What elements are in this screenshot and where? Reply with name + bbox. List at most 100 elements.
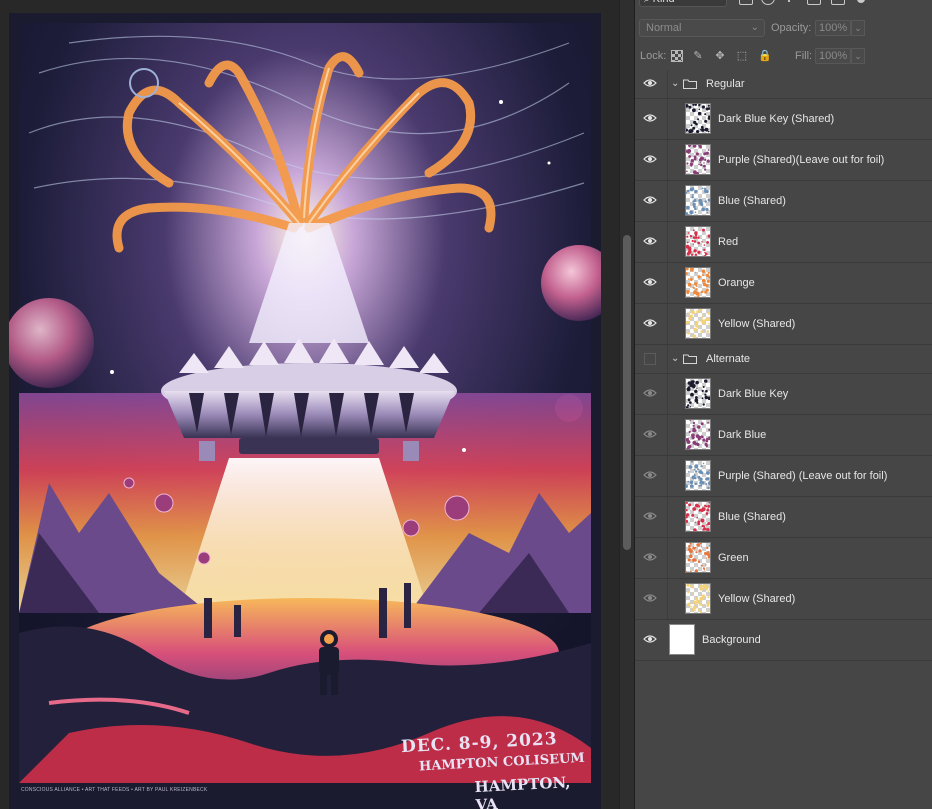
chevron-down-icon: ⌄ xyxy=(854,51,862,61)
blend-mode-select[interactable]: Normal ⌄ xyxy=(639,19,765,37)
chevron-down-icon: ⌄ xyxy=(854,23,862,33)
lock-image-pixels-icon[interactable]: ✎ xyxy=(692,50,704,62)
eye-icon[interactable] xyxy=(643,470,657,482)
lock-transparent-pixels-icon[interactable] xyxy=(671,50,683,62)
layer-name: Green xyxy=(718,552,749,564)
pixel-filter-icon[interactable] xyxy=(739,0,753,5)
smart-object-filter-icon[interactable] xyxy=(831,0,845,5)
divider xyxy=(667,181,668,221)
layer-group-row[interactable]: ⌄ Alternate xyxy=(635,345,932,374)
layer-row[interactable]: Yellow (Shared) xyxy=(635,304,932,345)
eye-icon[interactable] xyxy=(643,78,657,90)
eye-icon[interactable] xyxy=(643,593,657,605)
layer-list: ⌄ Regular Dark Blue Key (Shared) Purple (Sh… xyxy=(635,70,932,661)
layer-row[interactable]: Green xyxy=(635,538,932,579)
eye-icon[interactable] xyxy=(643,318,657,330)
lock-all-icon[interactable]: 🔒 xyxy=(758,50,772,62)
blend-row: Normal ⌄ Opacity: 100% ⌄ xyxy=(635,17,932,41)
poster-credit-text: CONSCIOUS ALLIANCE • ART THAT FEEDS • AR… xyxy=(21,787,208,793)
folder-icon xyxy=(683,79,697,89)
layer-row[interactable]: Yellow (Shared) xyxy=(635,579,932,620)
layer-thumbnail xyxy=(669,624,695,655)
divider xyxy=(667,345,668,373)
layer-name: Orange xyxy=(718,277,755,289)
layer-filter-row: ⌕ Kind T xyxy=(635,0,932,15)
layer-name: Blue (Shared) xyxy=(718,195,786,207)
divider xyxy=(667,140,668,180)
chevron-down-icon: ⌄ xyxy=(750,22,759,33)
background-layer-row[interactable]: Background xyxy=(635,620,932,661)
lock-position-icon[interactable]: ✥ xyxy=(714,50,726,62)
layer-thumbnail xyxy=(685,378,711,409)
vertical-scrollbar[interactable] xyxy=(619,0,634,809)
layer-row[interactable]: Blue (Shared) xyxy=(635,181,932,222)
fill-field[interactable]: 100% xyxy=(815,48,851,64)
shape-filter-icon[interactable] xyxy=(807,0,821,5)
layer-row[interactable]: Dark Blue Key xyxy=(635,374,932,415)
layer-row[interactable]: Purple (Shared) (Leave out for foil) xyxy=(635,456,932,497)
adjustment-filter-icon[interactable] xyxy=(761,0,775,5)
fill-label: Fill: xyxy=(795,50,813,62)
poster-city-text: HAMPTON, VA xyxy=(474,773,571,809)
divider xyxy=(667,497,668,537)
divider xyxy=(667,263,668,303)
layer-thumbnail xyxy=(685,542,711,573)
eye-icon[interactable] xyxy=(643,388,657,400)
layer-thumbnail xyxy=(685,267,711,298)
layers-panel: ⌕ Kind T Normal ⌄ Opacity: 100% ⌄ Lock: … xyxy=(634,0,932,809)
eye-icon[interactable] xyxy=(643,552,657,564)
canvas-area[interactable]: DEC. 8-9, 2023 HAMPTON COLISEUM HAMPTON,… xyxy=(0,0,620,809)
layer-row[interactable]: Red xyxy=(635,222,932,263)
document-canvas[interactable]: DEC. 8-9, 2023 HAMPTON COLISEUM HAMPTON,… xyxy=(9,13,601,809)
type-filter-icon[interactable]: T xyxy=(785,0,793,5)
layer-row[interactable]: Orange xyxy=(635,263,932,304)
eye-icon[interactable] xyxy=(643,236,657,248)
divider xyxy=(667,99,668,139)
layer-name: Purple (Shared) (Leave out for foil) xyxy=(718,470,888,482)
opacity-dropdown[interactable]: ⌄ xyxy=(851,20,865,36)
divider xyxy=(667,222,668,262)
layer-name: Dark Blue Key xyxy=(718,388,789,400)
filter-toggle-icon[interactable] xyxy=(857,0,865,3)
layer-name: Blue (Shared) xyxy=(718,511,786,523)
chevron-down-icon[interactable]: ⌄ xyxy=(671,78,679,90)
layer-thumbnail xyxy=(685,144,711,175)
opacity-field[interactable]: 100% xyxy=(815,20,851,36)
layer-name: Purple (Shared)(Leave out for foil) xyxy=(718,154,885,166)
lock-row: Lock: ✎ ✥ ⬚ 🔒 Fill: 100% ⌄ xyxy=(635,45,932,69)
divider xyxy=(667,579,668,619)
folder-icon xyxy=(683,354,697,364)
layer-group-row[interactable]: ⌄ Regular xyxy=(635,70,932,99)
layer-row[interactable]: Purple (Shared)(Leave out for foil) xyxy=(635,140,932,181)
layer-thumbnail xyxy=(685,419,711,450)
visibility-toggle[interactable] xyxy=(644,353,656,365)
layer-row[interactable]: Dark Blue Key (Shared) xyxy=(635,99,932,140)
fill-value: 100% xyxy=(819,50,848,62)
divider xyxy=(667,70,668,98)
chevron-down-icon[interactable]: ⌄ xyxy=(671,353,679,365)
opacity-label: Opacity: xyxy=(771,22,812,34)
divider xyxy=(667,304,668,344)
layer-thumbnail xyxy=(685,226,711,257)
eye-icon[interactable] xyxy=(643,154,657,166)
divider xyxy=(667,415,668,455)
eye-icon[interactable] xyxy=(643,195,657,207)
layer-name: Red xyxy=(718,236,739,248)
filter-kind-value: Kind xyxy=(653,0,675,5)
eye-icon[interactable] xyxy=(643,429,657,441)
eye-icon[interactable] xyxy=(643,277,657,289)
layer-row[interactable]: Dark Blue xyxy=(635,415,932,456)
eye-icon[interactable] xyxy=(643,113,657,125)
layer-name: Background xyxy=(702,634,761,646)
fill-dropdown[interactable]: ⌄ xyxy=(851,48,865,64)
divider xyxy=(667,538,668,578)
layer-row[interactable]: Blue (Shared) xyxy=(635,497,932,538)
layer-thumbnail xyxy=(685,501,711,532)
scrollbar-thumb[interactable] xyxy=(623,235,631,550)
eye-icon[interactable] xyxy=(643,634,657,646)
eye-icon[interactable] xyxy=(643,511,657,523)
lock-artboard-icon[interactable]: ⬚ xyxy=(736,50,748,62)
filter-kind-select[interactable]: ⌕ Kind xyxy=(639,0,727,7)
blend-mode-value: Normal xyxy=(646,22,682,34)
divider xyxy=(667,374,668,414)
